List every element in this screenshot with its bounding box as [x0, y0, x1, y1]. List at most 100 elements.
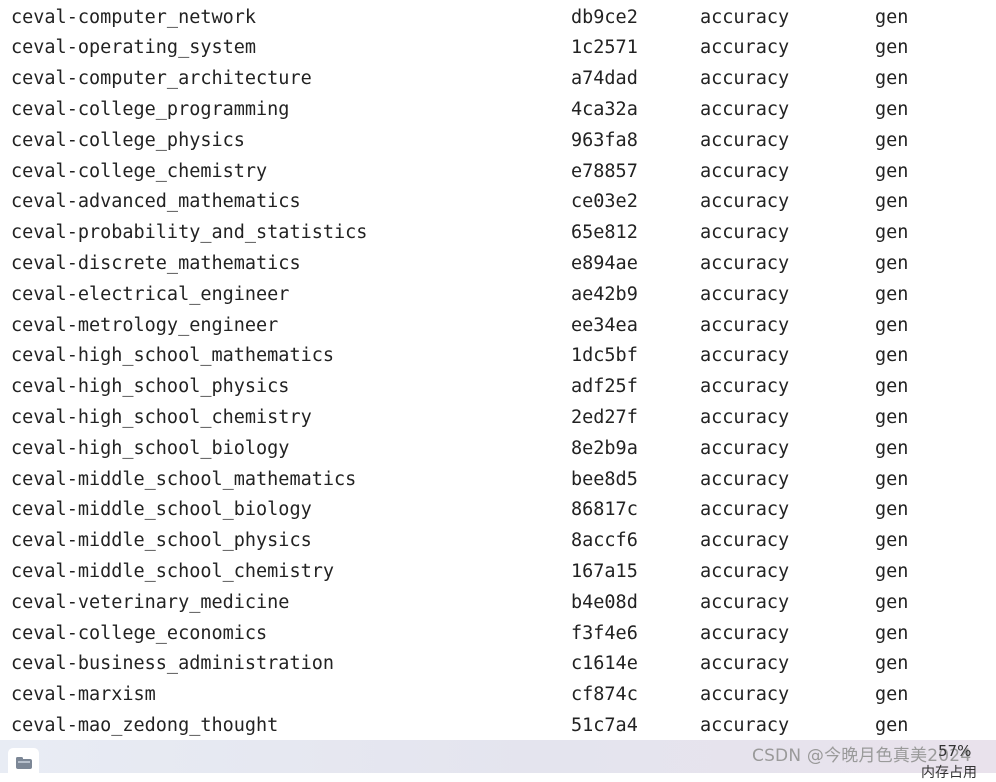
metric-name: accuracy [700, 283, 790, 305]
output-row: ceval-mao_zedong_thought 51c7a4 accuracy ge… [0, 711, 996, 742]
dataset-name: ceval-advanced_mathematics [11, 191, 301, 213]
eval-mode: gen [875, 622, 909, 644]
dataset-name: ceval-college_programming [11, 98, 290, 120]
dataset-name: ceval-high_school_chemistry [11, 406, 312, 428]
dataset-version: ee34ea [571, 314, 638, 336]
output-row: ceval-discrete_mathematics e894ae accuracy… [0, 249, 996, 280]
eval-mode: gen [875, 37, 909, 59]
dataset-name: ceval-middle_school_mathematics [11, 468, 357, 490]
metric-name: accuracy [700, 406, 790, 428]
memory-usage-percent: 57% [938, 742, 972, 760]
dataset-name: ceval-middle_school_physics [11, 530, 312, 552]
metric-name: accuracy [700, 591, 790, 613]
taskbar-app-button[interactable] [8, 748, 39, 773]
cloud-app-icon [16, 757, 32, 769]
dataset-version: 1c2571 [571, 37, 638, 59]
eval-mode: gen [875, 345, 909, 367]
metric-name: accuracy [700, 499, 790, 521]
dataset-name: ceval-metrology_engineer [11, 314, 279, 336]
output-row: ceval-high_school_physics adf25f accuracy g… [0, 372, 996, 403]
eval-mode: gen [875, 252, 909, 274]
output-row: ceval-college_physics 963fa8 accuracy gen [0, 126, 996, 157]
metric-name: accuracy [700, 314, 790, 336]
metric-name: accuracy [700, 222, 790, 244]
dataset-name: ceval-middle_school_biology [11, 499, 312, 521]
eval-mode: gen [875, 68, 909, 90]
output-row: ceval-college_chemistry e78857 accuracy gen [0, 157, 996, 188]
dataset-version: 8accf6 [571, 530, 638, 552]
metric-name: accuracy [700, 37, 790, 59]
output-row: ceval-middle_school_chemistry 167a15 accur… [0, 557, 996, 588]
metric-name: accuracy [700, 6, 790, 28]
dataset-version: 963fa8 [571, 129, 638, 151]
dataset-version: adf25f [571, 376, 638, 398]
dataset-name: ceval-college_physics [11, 129, 245, 151]
terminal-output: ceval-computer_network db9ce2 accuracy gen c… [0, 0, 996, 740]
eval-mode: gen [875, 129, 909, 151]
metric-name: accuracy [700, 376, 790, 398]
metric-name: accuracy [700, 622, 790, 644]
output-row: ceval-high_school_mathematics 1dc5bf accur… [0, 341, 996, 372]
metric-name: accuracy [700, 98, 790, 120]
dataset-name: ceval-college_chemistry [11, 160, 268, 182]
output-row: ceval-metrology_engineer ee34ea accuracy ge… [0, 311, 996, 342]
dataset-version: 167a15 [571, 560, 638, 582]
dataset-version: 51c7a4 [571, 714, 638, 736]
dataset-version: ce03e2 [571, 191, 638, 213]
output-row: ceval-computer_network db9ce2 accuracy gen [0, 3, 996, 34]
dataset-version: 86817c [571, 499, 638, 521]
dataset-version: 8e2b9a [571, 437, 638, 459]
dataset-version: 4ca32a [571, 98, 638, 120]
dataset-version: db9ce2 [571, 6, 638, 28]
output-row: ceval-high_school_chemistry 2ed27f accurac… [0, 403, 996, 434]
eval-mode: gen [875, 560, 909, 582]
metric-name: accuracy [700, 345, 790, 367]
metric-name: accuracy [700, 160, 790, 182]
metric-name: accuracy [700, 560, 790, 582]
dataset-name: ceval-high_school_biology [11, 437, 290, 459]
dataset-name: ceval-computer_network [11, 6, 257, 28]
dataset-name: ceval-marxism [11, 684, 156, 706]
taskbar: CSDN @今晚月色真美2024 57% 内存占用 [0, 740, 996, 781]
dataset-name: ceval-middle_school_chemistry [11, 560, 335, 582]
dataset-name: ceval-college_economics [11, 622, 268, 644]
dataset-version: ae42b9 [571, 283, 638, 305]
output-row: ceval-probability_and_statistics 65e812 ac… [0, 218, 996, 249]
output-row: ceval-marxism cf874c accuracy gen [0, 680, 996, 711]
metric-name: accuracy [700, 252, 790, 274]
eval-mode: gen [875, 684, 909, 706]
eval-mode: gen [875, 160, 909, 182]
output-row: ceval-college_economics f3f4e6 accuracy gen [0, 619, 996, 650]
eval-mode: gen [875, 283, 909, 305]
output-row: ceval-computer_architecture a74dad accurac… [0, 64, 996, 95]
dataset-name: ceval-discrete_mathematics [11, 252, 301, 274]
metric-name: accuracy [700, 684, 790, 706]
dataset-version: cf874c [571, 684, 638, 706]
dataset-name: ceval-high_school_physics [11, 376, 290, 398]
output-row: ceval-college_programming 4ca32a accuracy g… [0, 95, 996, 126]
eval-mode: gen [875, 468, 909, 490]
dataset-name: ceval-veterinary_medicine [11, 591, 290, 613]
eval-mode: gen [875, 530, 909, 552]
metric-name: accuracy [700, 530, 790, 552]
eval-mode: gen [875, 314, 909, 336]
metric-name: accuracy [700, 129, 790, 151]
eval-mode: gen [875, 191, 909, 213]
dataset-name: ceval-electrical_engineer [11, 283, 290, 305]
eval-mode: gen [875, 222, 909, 244]
output-row: ceval-operating_system 1c2571 accuracy gen [0, 33, 996, 64]
eval-mode: gen [875, 406, 909, 428]
dataset-version: a74dad [571, 68, 638, 90]
output-row: ceval-middle_school_physics 8accf6 accurac… [0, 526, 996, 557]
metric-name: accuracy [700, 68, 790, 90]
eval-mode: gen [875, 714, 909, 736]
eval-mode: gen [875, 591, 909, 613]
dataset-name: ceval-computer_architecture [11, 68, 312, 90]
dataset-version: c1614e [571, 653, 638, 675]
dataset-version: bee8d5 [571, 468, 638, 490]
dataset-name: ceval-probability_and_statistics [11, 222, 368, 244]
eval-mode: gen [875, 653, 909, 675]
output-row: ceval-high_school_biology 8e2b9a accuracy g… [0, 434, 996, 465]
dataset-version: 1dc5bf [571, 345, 638, 367]
dataset-version: 2ed27f [571, 406, 638, 428]
